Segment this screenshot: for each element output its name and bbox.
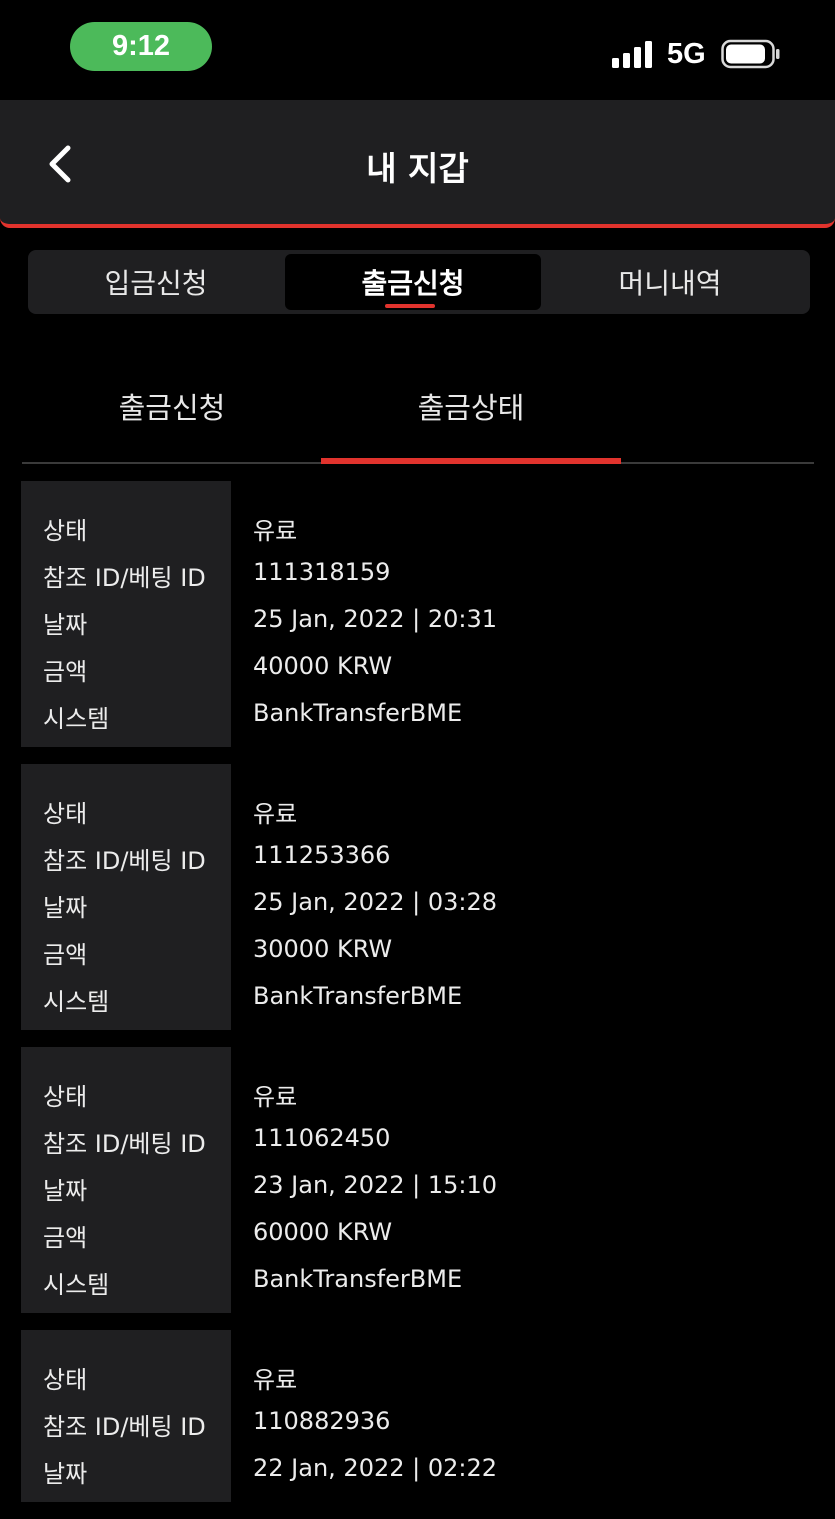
- system-label: 시스템: [43, 1271, 110, 1299]
- ref-id-label: 참조 ID/베팅 ID: [43, 847, 206, 875]
- status-value: 유료: [253, 517, 298, 545]
- cellular-signal-icon: [612, 41, 652, 68]
- ref-id-label: 참조 ID/베팅 ID: [43, 1413, 206, 1441]
- system-label: 시스템: [43, 705, 110, 733]
- tab-withdraw-request[interactable]: 출금신청: [285, 254, 541, 310]
- date-label: 날짜: [43, 1460, 88, 1488]
- withdrawal-record: 상태 유료 참조 ID/베팅 ID 111253366 날짜 25 Jan, 2…: [21, 764, 814, 1030]
- ref-id-value: 111062450: [253, 1124, 391, 1152]
- status-value: 유료: [253, 1083, 298, 1111]
- date-value: 22 Jan, 2022 | 02:22: [253, 1454, 498, 1482]
- ref-id-value: 111318159: [253, 558, 391, 586]
- date-label: 날짜: [43, 894, 88, 922]
- active-tab-indicator: [385, 304, 435, 308]
- status-label: 상태: [43, 1366, 88, 1394]
- status-time: 9:12: [70, 22, 212, 71]
- system-value: BankTransferBME: [253, 1265, 463, 1293]
- subtab-withdraw-status[interactable]: 출금상태: [321, 350, 621, 464]
- status-label: 상태: [43, 800, 88, 828]
- tab-deposit-request[interactable]: 입금신청: [28, 254, 284, 310]
- amount-label: 금액: [43, 658, 88, 686]
- tab-label: 머니내역: [618, 267, 722, 300]
- withdrawal-record: 상태 유료 참조 ID/베팅 ID 111318159 날짜 25 Jan, 2…: [21, 481, 814, 747]
- battery-icon: [721, 39, 780, 69]
- system-label: 시스템: [43, 988, 110, 1016]
- date-value: 23 Jan, 2022 | 15:10: [253, 1171, 498, 1199]
- wallet-tabs: 입금신청 출금신청 머니내역: [28, 250, 810, 314]
- amount-value: 30000 KRW: [253, 935, 393, 963]
- date-value: 25 Jan, 2022 | 20:31: [253, 605, 498, 633]
- network-type: 5G: [667, 38, 706, 70]
- ref-id-value: 111253366: [253, 841, 391, 869]
- date-value: 25 Jan, 2022 | 03:28: [253, 888, 498, 916]
- withdrawal-status-list: 상태 유료 참조 ID/베팅 ID 111318159 날짜 25 Jan, 2…: [21, 481, 814, 1519]
- status-bar: 9:12 5G: [0, 0, 835, 100]
- system-value: BankTransferBME: [253, 699, 463, 727]
- amount-label: 금액: [43, 941, 88, 969]
- tab-label: 출금신청: [361, 267, 465, 300]
- active-subtab-indicator: [321, 458, 621, 464]
- subtab-withdraw-request[interactable]: 출금신청: [22, 350, 322, 462]
- date-label: 날짜: [43, 611, 88, 639]
- tab-label: 입금신청: [104, 267, 208, 300]
- amount-label: 금액: [43, 1224, 88, 1252]
- status-label: 상태: [43, 517, 88, 545]
- page-title: 내 지갑: [366, 149, 469, 188]
- withdrawal-record: 상태 유료 참조 ID/베팅 ID 110882936 날짜 22 Jan, 2…: [21, 1330, 814, 1502]
- system-value: BankTransferBME: [253, 982, 463, 1010]
- app-header: 내 지갑: [0, 100, 835, 228]
- amount-value: 40000 KRW: [253, 652, 393, 680]
- status-value: 유료: [253, 800, 298, 828]
- withdrawal-record: 상태 유료 참조 ID/베팅 ID 111062450 날짜 23 Jan, 2…: [21, 1047, 814, 1313]
- amount-value: 60000 KRW: [253, 1218, 393, 1246]
- status-label: 상태: [43, 1083, 88, 1111]
- ref-id-value: 110882936: [253, 1407, 391, 1435]
- withdraw-sub-tabs: 출금신청 출금상태: [22, 350, 814, 464]
- date-label: 날짜: [43, 1177, 88, 1205]
- ref-id-label: 참조 ID/베팅 ID: [43, 1130, 206, 1158]
- subtab-label: 출금신청: [118, 391, 226, 425]
- tab-money-history[interactable]: 머니내역: [542, 254, 798, 310]
- ref-id-label: 참조 ID/베팅 ID: [43, 564, 206, 592]
- status-value: 유료: [253, 1366, 298, 1394]
- subtab-label: 출금상태: [417, 391, 525, 425]
